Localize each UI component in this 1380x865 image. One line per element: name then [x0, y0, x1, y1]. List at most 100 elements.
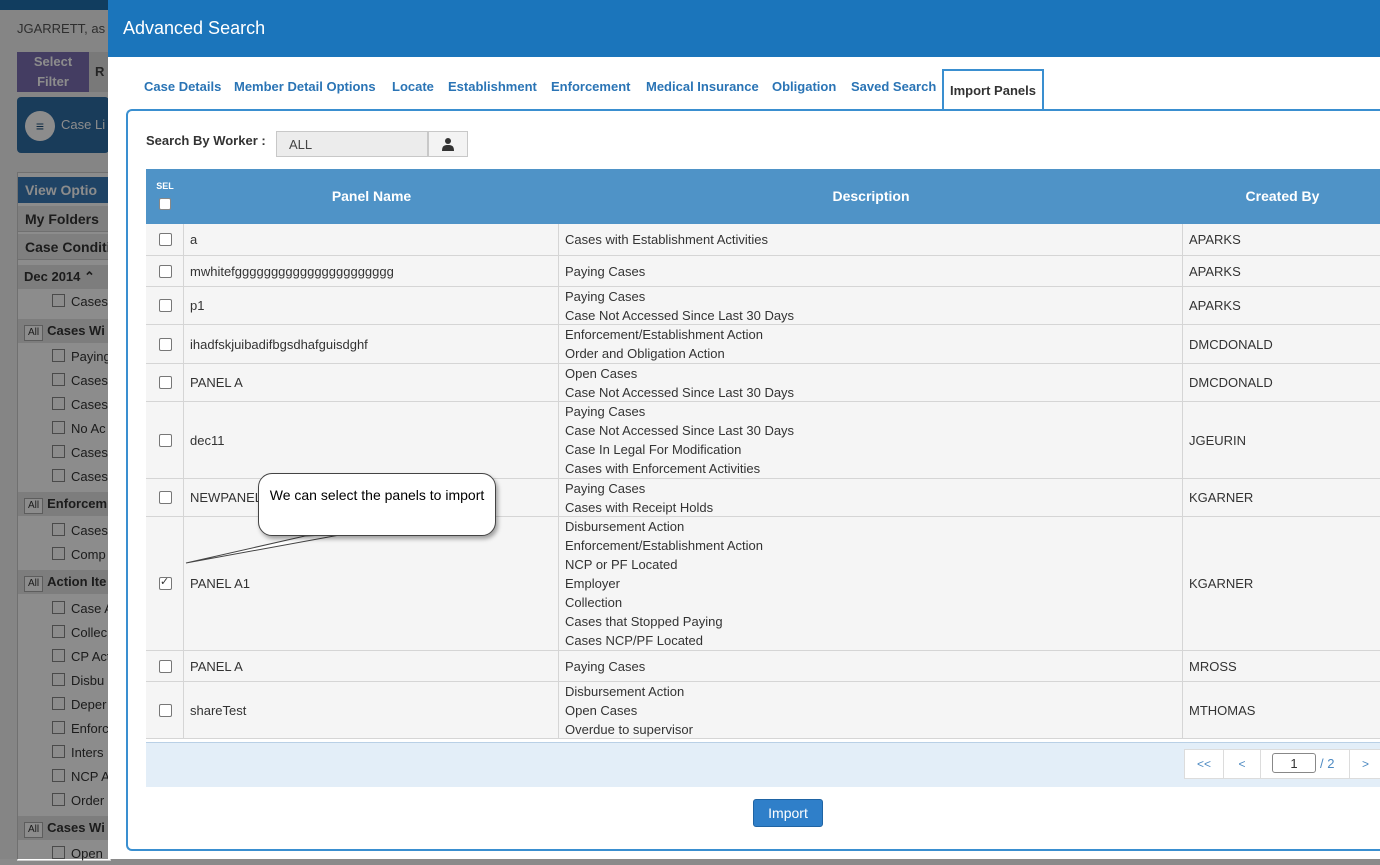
tab-import-panels[interactable]: Import Panels — [942, 69, 1044, 111]
prev-page-button[interactable]: < — [1223, 749, 1261, 779]
page-number-input[interactable]: 1 — [1272, 753, 1316, 773]
created-by: JGEURIN — [1189, 432, 1247, 448]
tab-medical-insurance[interactable]: Medical Insurance — [646, 67, 759, 107]
row-checkbox[interactable] — [159, 660, 172, 673]
panel-name-header[interactable]: Panel Name — [184, 169, 559, 224]
table-row[interactable]: shareTest Disbursement Action Open Cases Ov… — [146, 682, 1380, 739]
tab-saved-search[interactable]: Saved Search — [851, 67, 936, 107]
table-row[interactable]: PANEL A1 Disbursement Action Enforcement/E… — [146, 517, 1380, 651]
description-cell: Disbursement Action Open Cases Overdue to … — [559, 682, 1183, 738]
modal-header: Advanced Search — [108, 0, 1380, 57]
row-checkbox[interactable] — [159, 575, 172, 590]
description-line: Cases with Establishment Activities — [565, 232, 769, 247]
table-row[interactable]: ihadfskjuibadifbgsdhafguisdghf Enforcemen… — [146, 325, 1380, 364]
panel-name: NEWPANEL — [190, 490, 262, 505]
created-by: KGARNER — [1189, 576, 1254, 591]
panel-name: PANEL A1 — [190, 576, 250, 591]
description-cell: Paying Cases Cases with Receipt Holds — [559, 479, 1183, 516]
row-checkbox[interactable] — [159, 338, 172, 351]
panel-name: ihadfskjuibadifbgsdhafguisdghf — [190, 336, 368, 352]
description-cell: Cases with Establishment Activities — [559, 224, 1183, 255]
panel-name: p1 — [190, 298, 205, 313]
row-checkbox[interactable] — [159, 265, 172, 278]
next-page-button[interactable]: > — [1349, 749, 1380, 779]
table-row[interactable]: dec11 Paying Cases Case Not Accessed Since… — [146, 402, 1380, 479]
tab-locate[interactable]: Locate — [392, 67, 434, 107]
row-checkbox[interactable] — [159, 299, 172, 312]
description-cell: Disbursement Action Enforcement/Establish… — [559, 517, 1183, 650]
import-button[interactable]: Import — [753, 799, 823, 827]
description-line: Cases with Receipt Holds — [565, 499, 714, 515]
panel-name-cell: dec11 — [184, 402, 559, 478]
description-line: Case Not Accessed Since Last 30 Days — [565, 423, 795, 438]
worker-lookup-button[interactable] — [428, 131, 468, 157]
row-checkbox[interactable] — [159, 434, 172, 447]
row-select-cell — [146, 287, 184, 324]
select-column-header: SEL — [146, 169, 184, 224]
advanced-search-modal: Advanced Search Case Details Member Deta… — [108, 0, 1380, 859]
select-all-checkbox[interactable] — [159, 198, 171, 210]
description-line: Case Not Accessed Since Last 30 Days — [565, 384, 795, 400]
created-by-cell: DMCDONALD — [1183, 364, 1380, 401]
row-checkbox[interactable] — [159, 233, 172, 246]
created-by-cell: MROSS — [1183, 651, 1380, 681]
created-by: KGARNER — [1189, 490, 1254, 505]
description-line: Overdue to supervisor — [565, 721, 693, 737]
row-select-cell — [146, 517, 184, 650]
tab-case-details[interactable]: Case Details — [144, 67, 221, 107]
created-by-cell: JGEURIN — [1183, 402, 1380, 478]
tab-obligation[interactable]: Obligation — [772, 67, 836, 107]
row-select-cell — [146, 224, 184, 255]
description-line: Order and Obligation Action — [565, 346, 725, 361]
created-by-header[interactable]: Created By — [1183, 169, 1380, 224]
row-checkbox[interactable] — [159, 491, 172, 504]
tab-enforcement[interactable]: Enforcement — [551, 67, 630, 107]
panel-name: a — [190, 232, 198, 247]
table-row[interactable]: a Cases with Establishment Activities APAR… — [146, 224, 1380, 256]
description-line: Cases NCP/PF Located — [565, 633, 704, 648]
description-line: Disbursement Action — [565, 519, 685, 534]
panel-name: mwhitefgggggggggggggggggggggg — [190, 263, 394, 279]
sel-header-label: SEL — [156, 181, 174, 191]
callout-annotation: We can select the panels to import — [258, 473, 496, 536]
worker-input[interactable]: ALL — [276, 131, 428, 157]
description-line: Paying Cases — [565, 288, 646, 304]
panel-name-cell: mwhitefgggggggggggggggggggggg — [184, 256, 559, 286]
row-select-cell — [146, 364, 184, 401]
description-cell: Paying Cases Case Not Accessed Since Last… — [559, 287, 1183, 324]
person-icon — [442, 138, 454, 151]
description-line: Open Cases — [565, 702, 638, 718]
panel-name: shareTest — [190, 702, 247, 718]
description-line: Cases with Enforcement Activities — [565, 461, 761, 476]
created-by-cell: APARKS — [1183, 224, 1380, 255]
tab-member-detail-options[interactable]: Member Detail Options — [234, 67, 376, 107]
description-header[interactable]: Description — [559, 169, 1183, 224]
created-by-cell: APARKS — [1183, 287, 1380, 324]
table-row[interactable]: p1 Paying Cases Case Not Accessed Since La… — [146, 287, 1380, 325]
created-by-cell: KGARNER — [1183, 517, 1380, 650]
panel-name: dec11 — [190, 432, 225, 448]
panel-name: PANEL A — [190, 658, 243, 674]
first-page-button[interactable]: << — [1184, 749, 1224, 779]
tab-establishment[interactable]: Establishment — [448, 67, 537, 107]
panel-name: PANEL A — [190, 375, 243, 390]
modal-title: Advanced Search — [123, 18, 266, 38]
description-line: Paying Cases — [565, 404, 646, 419]
row-select-cell — [146, 325, 184, 363]
panel-name-cell: PANEL A — [184, 364, 559, 401]
description-line: Paying Cases — [565, 480, 646, 496]
created-by-cell: KGARNER — [1183, 479, 1380, 516]
created-by-cell: MTHOMAS — [1183, 682, 1380, 738]
table-row[interactable]: PANEL A Paying Cases MROSS — [146, 651, 1380, 682]
panel-name-cell: PANEL A1 — [184, 517, 559, 650]
description-cell: Enforcement/Establishment Action Order an… — [559, 325, 1183, 363]
created-by: DMCDONALD — [1189, 336, 1273, 352]
description-line: Open Cases — [565, 365, 638, 381]
row-checkbox[interactable] — [159, 704, 172, 717]
tab-bar: Case Details Member Detail Options Locat… — [136, 67, 1380, 111]
search-by-worker-label: Search By Worker : — [146, 133, 266, 148]
table-row[interactable]: mwhitefgggggggggggggggggggggg Paying Case… — [146, 256, 1380, 287]
row-checkbox[interactable] — [159, 376, 172, 389]
page-total: / 2 — [1320, 756, 1335, 771]
table-row[interactable]: PANEL A Open Cases Case Not Accessed Since… — [146, 364, 1380, 402]
